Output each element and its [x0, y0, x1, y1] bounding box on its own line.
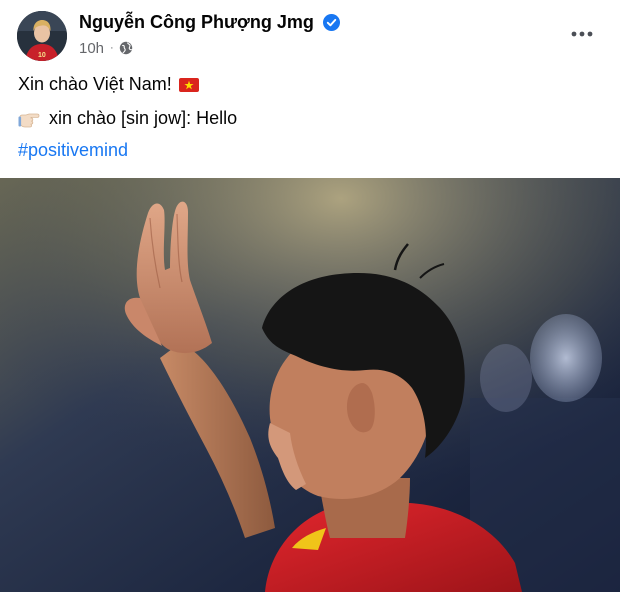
- pointing-right-hand-icon: [18, 113, 40, 127]
- post-text-pronunciation: xin chào [sin jow]: Hello: [18, 108, 237, 129]
- verified-badge-icon: [323, 14, 340, 31]
- post-text-hashtag-line: #positivemind: [18, 140, 128, 161]
- post-time[interactable]: 10h: [79, 40, 104, 57]
- greeting-text: Xin chào Việt Nam!: [18, 74, 172, 94]
- post-photo[interactable]: [0, 178, 620, 592]
- avatar-jersey-number: 10: [38, 52, 46, 59]
- avatar[interactable]: 10: [17, 11, 67, 61]
- post-meta: 10h ·: [79, 39, 133, 57]
- post-header: 10 Nguyễn Công Phượng Jmg 10h ·: [0, 0, 620, 70]
- bokeh-light-small: [480, 344, 532, 412]
- pronunciation-text: xin chào [sin jow]: Hello: [49, 108, 238, 128]
- globe-icon[interactable]: [119, 41, 133, 55]
- author-name[interactable]: Nguyễn Công Phượng Jmg: [79, 12, 314, 33]
- hashtag-link[interactable]: #positivemind: [18, 140, 128, 161]
- separator-dot: ·: [110, 42, 114, 54]
- more-options-button[interactable]: [565, 22, 599, 46]
- bokeh-light: [530, 314, 602, 402]
- vietnam-flag-icon: [178, 77, 199, 92]
- avatar-image: 10: [17, 11, 67, 61]
- post-text-greeting: Xin chào Việt Nam!: [18, 74, 199, 95]
- more-options-icon: [571, 31, 593, 37]
